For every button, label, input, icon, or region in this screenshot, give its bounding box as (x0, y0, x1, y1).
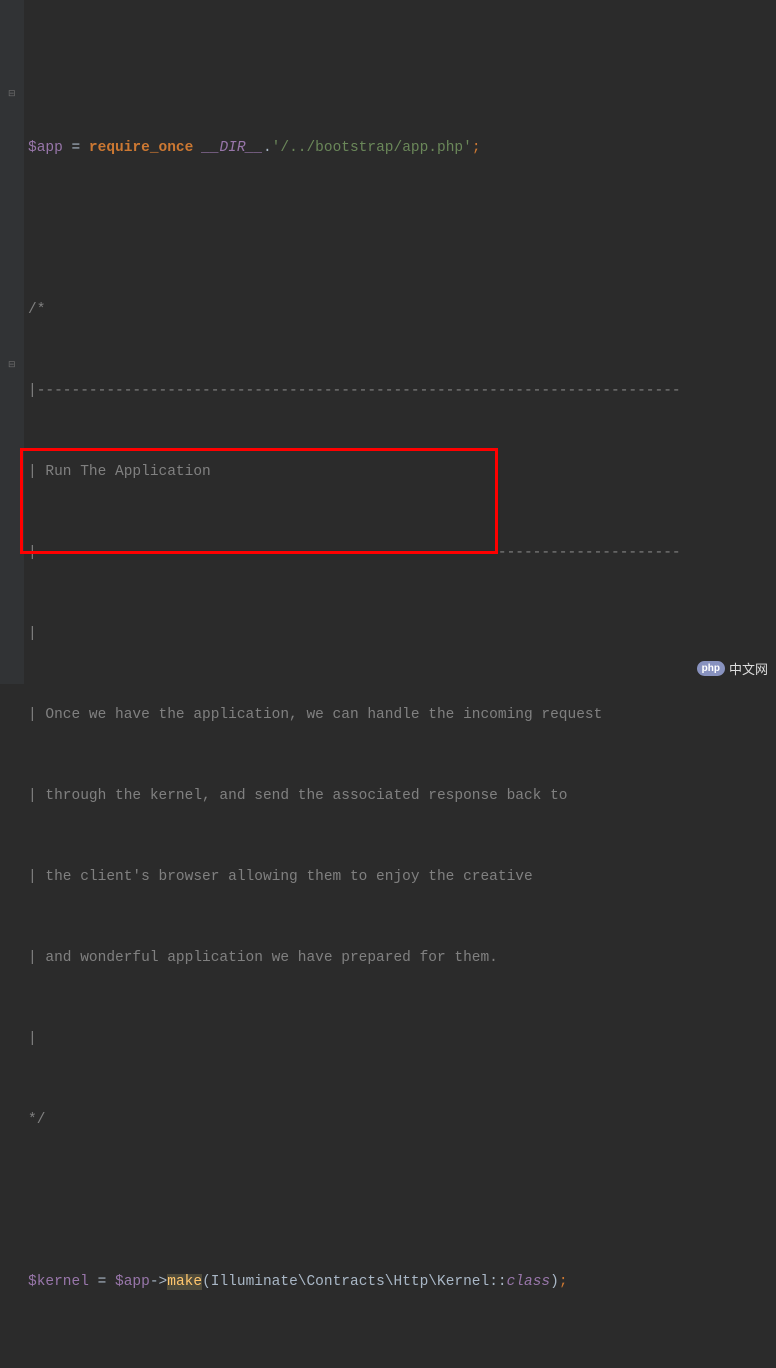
watermark: php 中文网 (697, 659, 768, 678)
gutter: ⊟ ⊟ (0, 0, 24, 684)
comment-line: | through the kernel, and send the assoc… (24, 783, 776, 810)
code-area[interactable]: $app = require_once __DIR__.'/../bootstr… (24, 0, 776, 684)
comment-line: */ (24, 1107, 776, 1134)
watermark-badge: php (697, 661, 725, 676)
fold-icon[interactable]: ⊟ (8, 89, 18, 99)
code-line (24, 1350, 776, 1368)
comment-line: | (24, 1026, 776, 1053)
fold-icon[interactable]: ⊟ (8, 360, 18, 370)
comment-line: | Run The Application (24, 459, 776, 486)
code-line (24, 216, 776, 243)
watermark-text: 中文网 (729, 659, 768, 678)
code-line: $app = require_once __DIR__.'/../bootstr… (24, 135, 776, 162)
comment-line: | (24, 621, 776, 648)
code-editor: ⊟ ⊟ $app = require_once __DIR__.'/../boo… (0, 0, 776, 684)
comment-line: | and wonderful application we have prep… (24, 945, 776, 972)
comment-line: |---------------------------------------… (24, 378, 776, 405)
comment-line: | the client's browser allowing them to … (24, 864, 776, 891)
code-line: $kernel = $app->make(Illuminate\Contract… (24, 1269, 776, 1296)
comment-line: | Once we have the application, we can h… (24, 702, 776, 729)
comment-line: |---------------------------------------… (24, 540, 776, 567)
comment-line: /* (24, 297, 776, 324)
code-line (24, 54, 776, 81)
code-line (24, 1188, 776, 1215)
